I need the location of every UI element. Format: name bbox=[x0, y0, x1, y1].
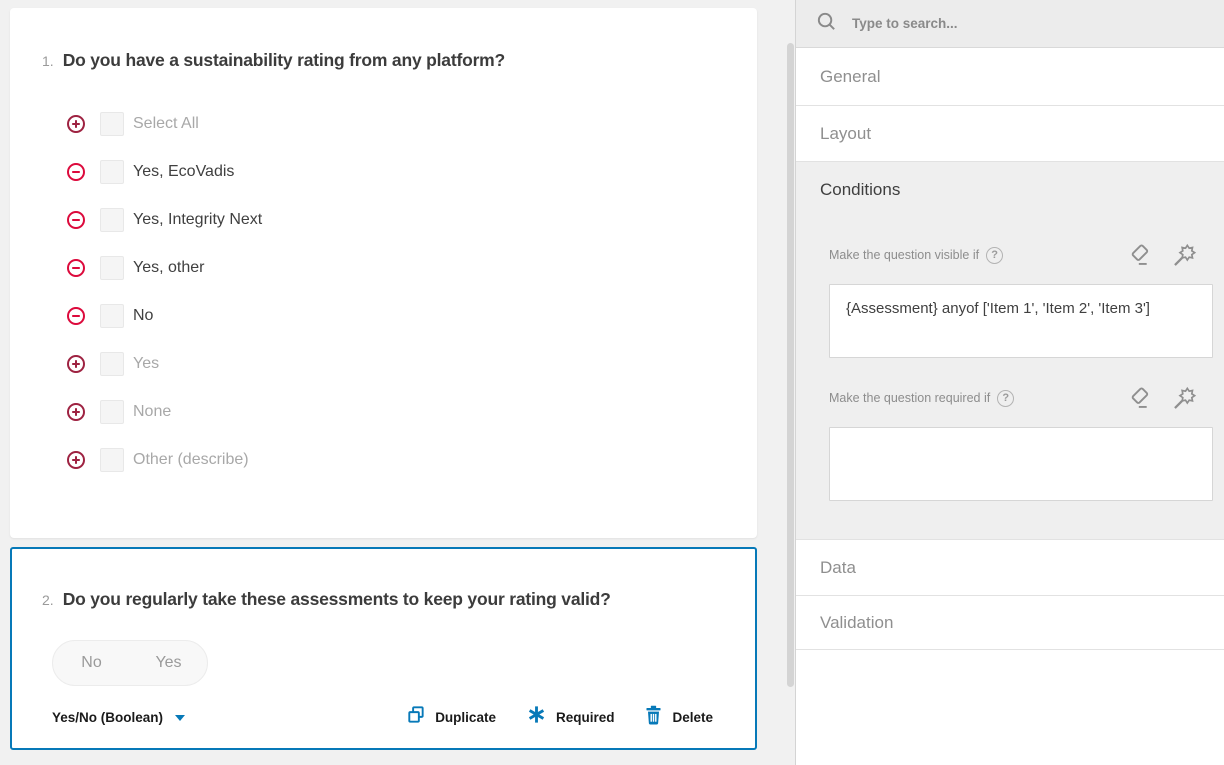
choice-checkbox[interactable] bbox=[100, 160, 124, 184]
search-input[interactable] bbox=[852, 16, 1152, 31]
add-choice-icon[interactable] bbox=[66, 114, 86, 134]
choice-row: No bbox=[66, 303, 262, 329]
vertical-scrollbar[interactable] bbox=[787, 43, 794, 687]
section-validation[interactable]: Validation bbox=[796, 596, 1224, 650]
delete-label: Delete bbox=[672, 710, 713, 725]
choice-row: None bbox=[66, 399, 262, 425]
required-if-label: Make the question required if bbox=[829, 391, 990, 405]
add-choice-icon[interactable] bbox=[66, 402, 86, 422]
remove-choice-icon[interactable] bbox=[66, 162, 86, 182]
choice-label[interactable]: Yes, Integrity Next bbox=[132, 211, 262, 229]
choice-list: Select All Yes, EcoVadis bbox=[66, 111, 262, 495]
duplicate-icon bbox=[405, 704, 426, 730]
search-icon bbox=[815, 10, 838, 38]
choice-label[interactable]: None bbox=[132, 403, 171, 421]
choice-checkbox[interactable] bbox=[100, 208, 124, 232]
choice-row: Yes, Integrity Next bbox=[66, 207, 262, 233]
question-toolbar: Yes/No (Boolean) Duplicate Required bbox=[12, 704, 755, 730]
question-1-title: Do you have a sustainability rating from… bbox=[63, 50, 505, 71]
clear-expression-icon[interactable] bbox=[1127, 385, 1154, 412]
clear-expression-icon[interactable] bbox=[1127, 242, 1154, 269]
choice-row: Yes bbox=[66, 351, 262, 377]
build-expression-wand-icon[interactable] bbox=[1171, 385, 1198, 412]
delete-button[interactable]: Delete bbox=[644, 704, 713, 730]
visible-if-row: Make the question visible if ? bbox=[829, 242, 1198, 268]
choice-row: Yes, other bbox=[66, 255, 262, 281]
remove-choice-icon[interactable] bbox=[66, 210, 86, 230]
question-card-2-selected[interactable]: 2. Do you regularly take these assessmen… bbox=[10, 547, 757, 750]
conditions-panel-body: Make the question visible if ? {Assessme… bbox=[796, 218, 1224, 540]
section-general[interactable]: General bbox=[796, 48, 1224, 106]
choice-checkbox[interactable] bbox=[100, 400, 124, 424]
required-label: Required bbox=[556, 710, 615, 725]
question-actions: Duplicate Required Delete bbox=[405, 704, 713, 730]
build-expression-wand-icon[interactable] bbox=[1171, 242, 1198, 269]
choice-row: Yes, EcoVadis bbox=[66, 159, 262, 185]
visible-if-expression-input[interactable]: {Assessment} anyof ['Item 1', 'Item 2', … bbox=[829, 284, 1213, 358]
visible-if-label: Make the question visible if bbox=[829, 248, 979, 262]
choice-checkbox[interactable] bbox=[100, 256, 124, 280]
survey-design-canvas: 1. Do you have a sustainability rating f… bbox=[0, 0, 795, 765]
question-card-1[interactable]: 1. Do you have a sustainability rating f… bbox=[10, 8, 757, 538]
choice-label[interactable]: Yes bbox=[132, 355, 159, 373]
add-choice-icon[interactable] bbox=[66, 354, 86, 374]
choice-checkbox[interactable] bbox=[100, 304, 124, 328]
remove-choice-icon[interactable] bbox=[66, 306, 86, 326]
choice-label[interactable]: Yes, EcoVadis bbox=[132, 163, 234, 181]
question-type-label: Yes/No (Boolean) bbox=[52, 710, 163, 725]
trash-icon bbox=[644, 704, 663, 730]
choice-row: Select All bbox=[66, 111, 262, 137]
choice-label[interactable]: Other (describe) bbox=[132, 451, 249, 469]
choice-checkbox[interactable] bbox=[100, 112, 124, 136]
property-search-row bbox=[796, 0, 1224, 48]
required-asterisk-icon bbox=[526, 704, 547, 730]
required-if-tools bbox=[1127, 385, 1198, 412]
property-panel: General Layout Conditions Make the quest… bbox=[795, 0, 1224, 765]
question-2-title: Do you regularly take these assessments … bbox=[63, 589, 611, 610]
section-layout[interactable]: Layout bbox=[796, 106, 1224, 162]
toggle-yes-option[interactable]: Yes bbox=[130, 654, 207, 672]
section-conditions[interactable]: Conditions bbox=[796, 162, 1224, 218]
boolean-toggle[interactable]: No Yes bbox=[52, 640, 208, 686]
section-data[interactable]: Data bbox=[796, 540, 1224, 596]
choice-label[interactable]: Select All bbox=[132, 115, 199, 133]
visible-if-tools bbox=[1127, 242, 1198, 269]
add-choice-icon[interactable] bbox=[66, 450, 86, 470]
choice-label[interactable]: Yes, other bbox=[132, 259, 204, 277]
required-if-expression-input[interactable] bbox=[829, 427, 1213, 501]
question-2-title-row: 2. Do you regularly take these assessmen… bbox=[42, 589, 611, 610]
choice-label[interactable]: No bbox=[132, 307, 153, 325]
remove-choice-icon[interactable] bbox=[66, 258, 86, 278]
choice-row: Other (describe) bbox=[66, 447, 262, 473]
help-icon[interactable]: ? bbox=[986, 247, 1003, 264]
choice-checkbox[interactable] bbox=[100, 352, 124, 376]
duplicate-label: Duplicate bbox=[435, 710, 496, 725]
question-2-number: 2. bbox=[42, 592, 54, 608]
duplicate-button[interactable]: Duplicate bbox=[405, 704, 496, 730]
question-type-selector[interactable]: Yes/No (Boolean) bbox=[52, 710, 185, 725]
required-if-row: Make the question required if ? bbox=[829, 385, 1198, 411]
question-1-title-row: 1. Do you have a sustainability rating f… bbox=[42, 50, 505, 71]
chevron-down-icon bbox=[175, 715, 185, 721]
required-button[interactable]: Required bbox=[526, 704, 615, 730]
help-icon[interactable]: ? bbox=[997, 390, 1014, 407]
choice-checkbox[interactable] bbox=[100, 448, 124, 472]
question-1-number: 1. bbox=[42, 53, 54, 69]
toggle-no-option[interactable]: No bbox=[53, 654, 130, 672]
